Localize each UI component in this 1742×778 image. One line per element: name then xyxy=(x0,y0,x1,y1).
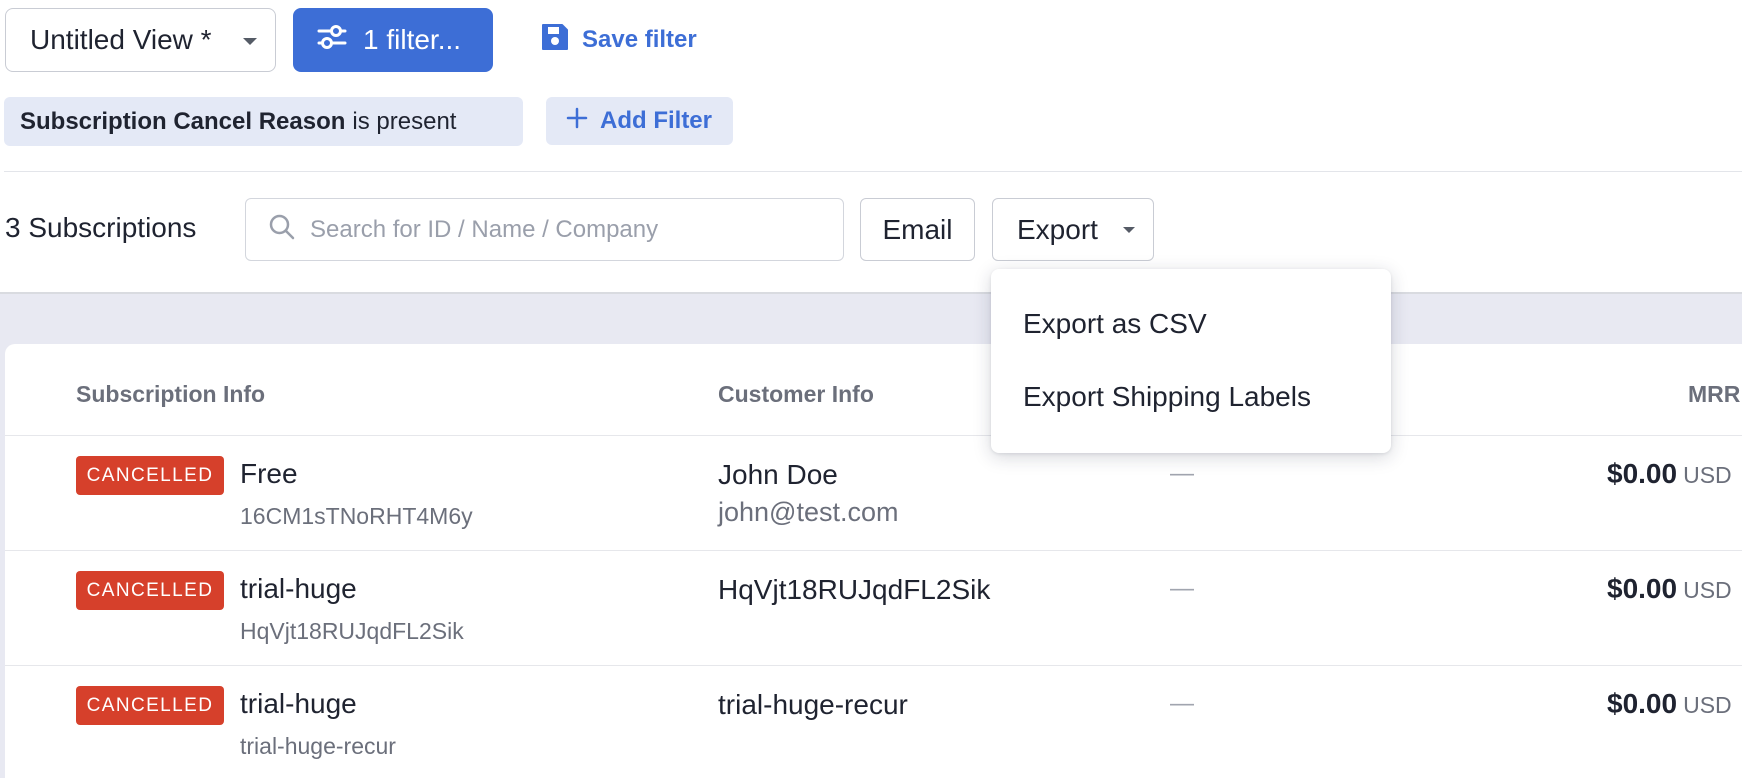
chevron-down-icon xyxy=(243,38,257,45)
subscription-id: 16CM1sTNoRHT4M6y xyxy=(240,503,473,529)
status-badge: CANCELLED xyxy=(76,456,224,495)
add-filter-button[interactable]: Add Filter xyxy=(546,97,733,145)
save-filter-label: Save filter xyxy=(582,26,697,53)
empty-value: — xyxy=(1170,460,1194,487)
plan-name[interactable]: Free xyxy=(240,458,298,490)
status-badge: CANCELLED xyxy=(76,686,224,725)
empty-value: — xyxy=(1170,690,1194,717)
chevron-down-icon xyxy=(1123,227,1135,233)
status-badge: CANCELLED xyxy=(76,571,224,610)
subscription-id: trial-huge-recur xyxy=(240,733,396,759)
plus-icon xyxy=(566,107,588,136)
divider xyxy=(4,171,1742,172)
view-select[interactable]: Untitled View * xyxy=(5,8,276,72)
column-header-customer-info[interactable]: Customer Info xyxy=(718,381,874,408)
save-filter-link[interactable]: Save filter xyxy=(540,20,697,60)
view-select-label: Untitled View * xyxy=(30,24,212,55)
customer-name[interactable]: HqVjt18RUJqdFL2Sik xyxy=(718,574,990,606)
divider xyxy=(5,435,1742,436)
search-input[interactable] xyxy=(310,215,810,244)
column-header-subscription-info[interactable]: Subscription Info xyxy=(76,381,265,408)
menu-item-export-csv[interactable]: Export as CSV xyxy=(1023,308,1207,340)
customer-email: john@test.com xyxy=(718,497,899,527)
search-box[interactable] xyxy=(245,198,844,261)
column-header-mrr[interactable]: MRR xyxy=(1688,381,1740,408)
add-filter-label: Add Filter xyxy=(600,107,712,134)
subscriptions-count: 3 Subscriptions xyxy=(5,212,197,243)
mrr-amount: $0.00 xyxy=(1607,458,1678,489)
menu-item-export-shipping-labels[interactable]: Export Shipping Labels xyxy=(1023,381,1311,413)
export-dropdown-menu xyxy=(991,269,1391,453)
mrr-currency: USD xyxy=(1683,577,1732,603)
filter-operator: is present xyxy=(352,107,457,135)
divider xyxy=(5,550,1742,551)
mrr-amount: $0.00 xyxy=(1607,688,1678,719)
mrr-currency: USD xyxy=(1683,692,1732,718)
filter-chip[interactable]: Subscription Cancel Reason is present xyxy=(4,97,523,146)
mrr-value: $0.00 USD xyxy=(1607,573,1732,605)
empty-value: — xyxy=(1170,575,1194,602)
divider xyxy=(5,665,1742,666)
plan-name[interactable]: trial-huge xyxy=(240,688,357,720)
mrr-value: $0.00 USD xyxy=(1607,458,1732,490)
filter-field: Subscription Cancel Reason xyxy=(20,107,346,135)
filters-button-label: 1 filter... xyxy=(363,24,462,55)
sliders-icon xyxy=(317,23,347,58)
export-button-label: Export xyxy=(1017,213,1098,245)
plan-name[interactable]: trial-huge xyxy=(240,573,357,605)
email-button[interactable]: Email xyxy=(860,198,975,261)
floppy-disk-icon xyxy=(540,22,570,59)
search-icon xyxy=(268,213,296,246)
customer-name[interactable]: John Doe xyxy=(718,459,838,491)
subscription-id: HqVjt18RUJqdFL2Sik xyxy=(240,618,464,644)
customer-name[interactable]: trial-huge-recur xyxy=(718,689,908,721)
mrr-value: $0.00 USD xyxy=(1607,688,1732,720)
filters-button[interactable]: 1 filter... xyxy=(293,8,493,72)
export-button[interactable]: Export xyxy=(992,198,1154,261)
mrr-amount: $0.00 xyxy=(1607,573,1678,604)
mrr-currency: USD xyxy=(1683,462,1732,488)
